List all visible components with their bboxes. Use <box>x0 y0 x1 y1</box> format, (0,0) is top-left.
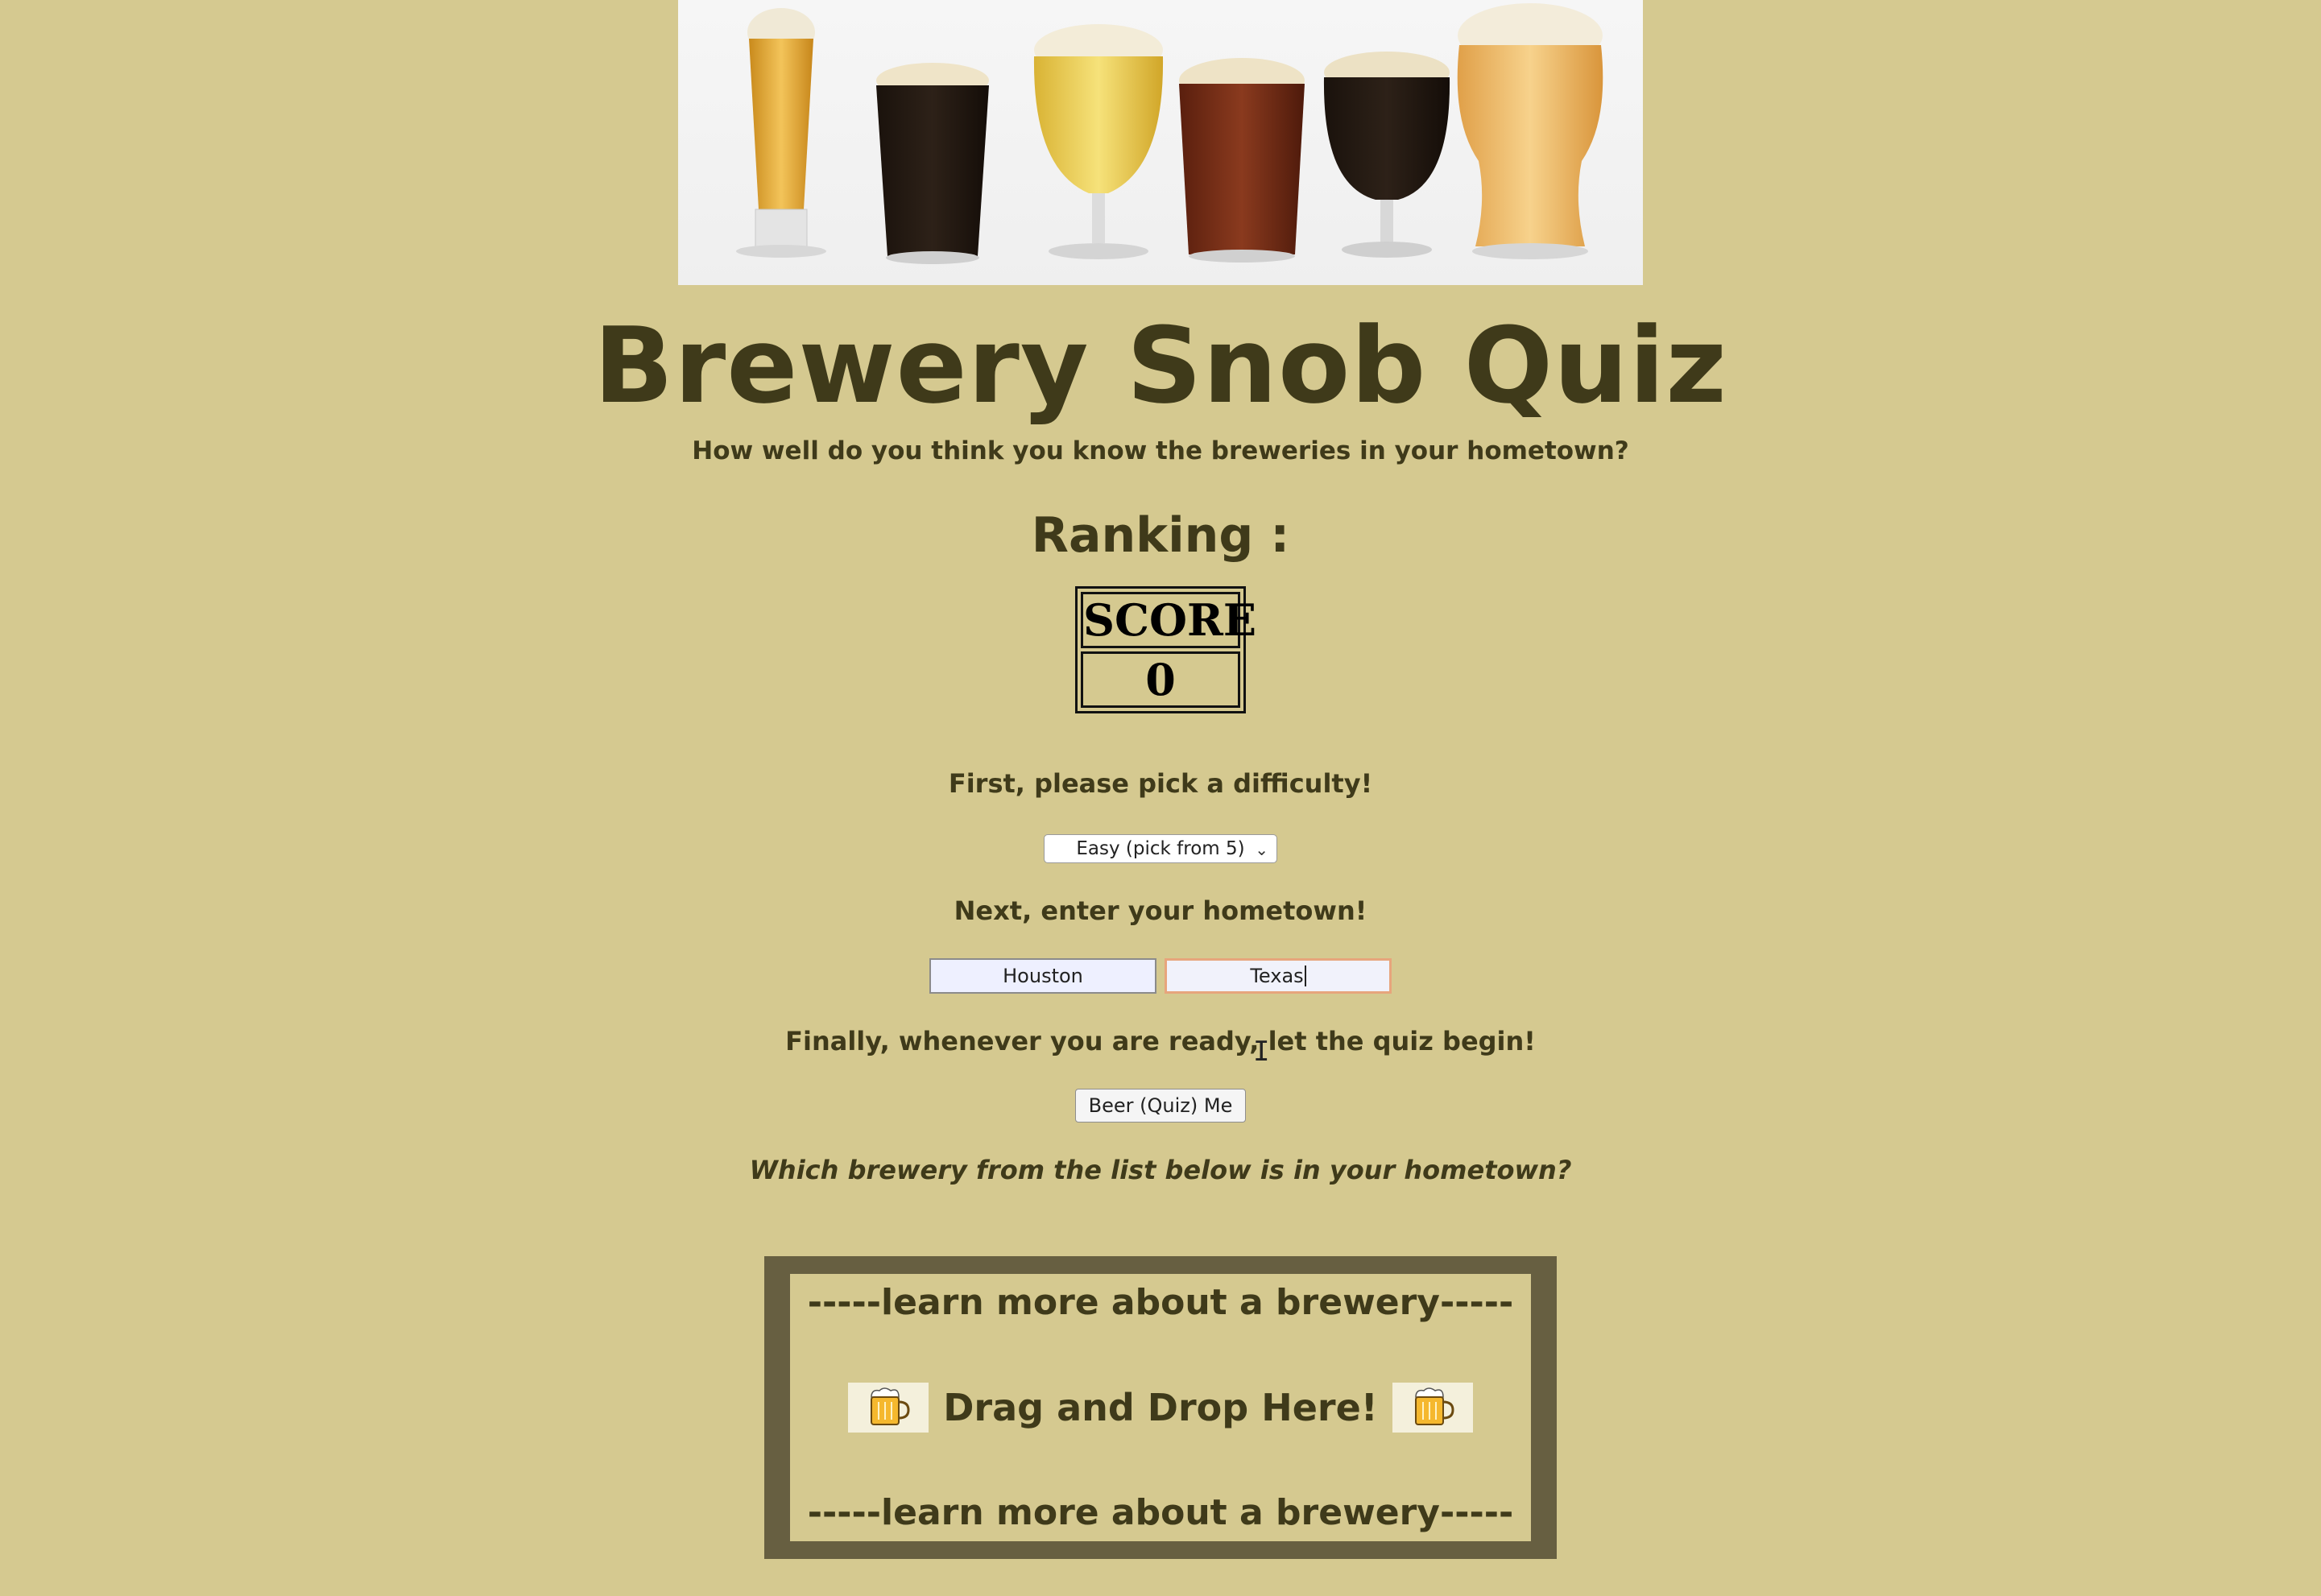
difficulty-selected-value: Easy (pick from 5) <box>1076 838 1245 859</box>
dropzone-top-text: -----learn more about a brewery----- <box>807 1282 1514 1323</box>
ranking-label: Ranking : <box>1031 507 1290 564</box>
difficulty-prompt: First, please pick a difficulty! <box>948 768 1373 799</box>
beer-mug-icon <box>1392 1383 1473 1433</box>
glass-6 <box>1457 3 1603 259</box>
glass-2 <box>876 63 989 264</box>
hero-beer-glasses-image <box>678 0 1643 285</box>
hometown-inputs: Houston Texas <box>929 958 1392 994</box>
score-label: SCORE <box>1081 592 1256 648</box>
dropzone-drop-text: Drag and Drop Here! <box>943 1386 1378 1429</box>
hometown-prompt: Next, enter your hometown! <box>954 895 1367 926</box>
city-input-value: Houston <box>1003 965 1083 987</box>
beer-quiz-me-button[interactable]: Beer (Quiz) Me <box>1074 1089 1247 1123</box>
chevron-down-icon: ⌄ <box>1255 840 1268 859</box>
score-table: SCORE 0 <box>1075 586 1256 713</box>
state-input-value: Texas <box>1250 965 1304 987</box>
text-cursor-icon: I <box>1253 1036 1270 1068</box>
begin-prompt: Finally, whenever you are ready, let the… <box>785 1026 1536 1056</box>
city-input[interactable]: Houston <box>929 958 1156 994</box>
quiz-question: Which brewery from the list below is in … <box>749 1155 1572 1185</box>
state-input[interactable]: Texas <box>1165 958 1392 994</box>
dropzone-middle: Drag and Drop Here! <box>848 1383 1473 1433</box>
brewery-dropzone[interactable]: -----learn more about a brewery----- Dra… <box>764 1256 1557 1559</box>
text-caret <box>1304 965 1306 986</box>
dropzone-bottom-text: -----learn more about a brewery----- <box>807 1492 1514 1533</box>
glass-3 <box>1033 24 1164 259</box>
glass-4 <box>1179 58 1305 263</box>
page: Brewery Snob Quiz How well do you think … <box>0 0 2321 1596</box>
page-title: Brewery Snob Quiz <box>594 304 1727 427</box>
glass-1 <box>736 8 826 258</box>
dropzone-inner: -----learn more about a brewery----- Dra… <box>790 1274 1531 1541</box>
score-value: 0 <box>1081 651 1240 708</box>
difficulty-select[interactable]: Easy (pick from 5) ⌄ <box>1044 834 1277 863</box>
glass-5 <box>1323 52 1450 258</box>
page-subtitle: How well do you think you know the brewe… <box>692 436 1629 465</box>
beer-mug-icon <box>848 1383 929 1433</box>
